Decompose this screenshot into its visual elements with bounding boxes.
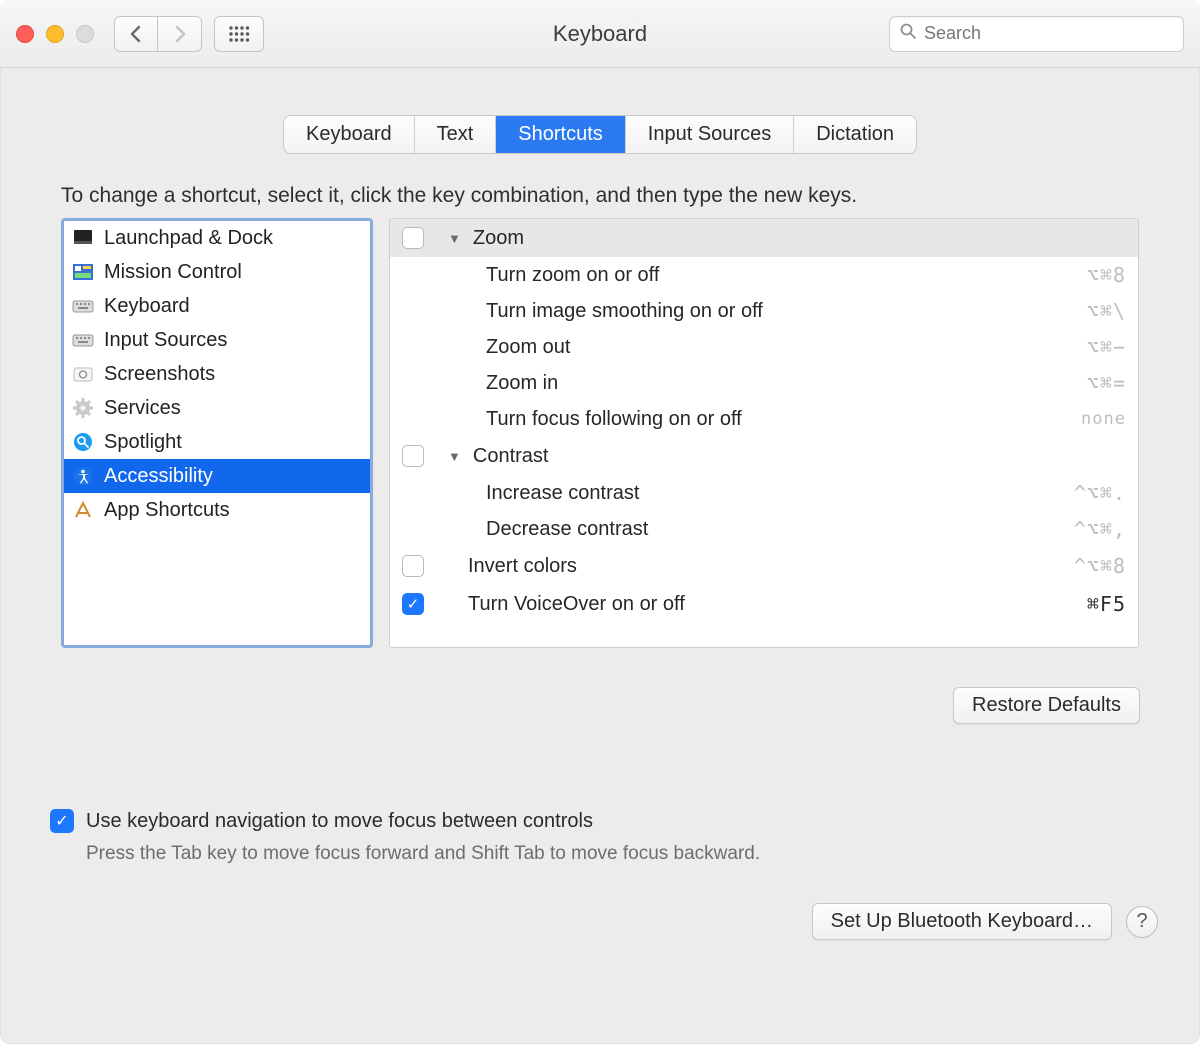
contrast-group-checkbox[interactable] [402, 445, 424, 467]
sidebar-item-label: Accessibility [104, 465, 213, 488]
sidebar-item-label: Keyboard [104, 295, 190, 318]
search-field[interactable] [889, 16, 1184, 52]
shortcut-row[interactable]: Increase contrast^⌥⌘. [390, 475, 1138, 511]
shortcut-list[interactable]: ▼ Zoom Turn zoom on or off⌥⌘8 Turn image… [389, 218, 1139, 648]
window-controls [16, 25, 94, 43]
close-window-button[interactable] [16, 25, 34, 43]
search-icon [900, 23, 916, 44]
tab-dictation[interactable]: Dictation [794, 116, 916, 153]
group-title: Zoom [473, 227, 524, 250]
tab-text[interactable]: Text [415, 116, 497, 153]
shortcut-row[interactable]: Decrease contrast^⌥⌘, [390, 511, 1138, 547]
sidebar-item-spotlight[interactable]: Spotlight [64, 425, 370, 459]
sidebar-item-accessibility[interactable]: Accessibility [64, 459, 370, 493]
toolbar: Keyboard [0, 0, 1200, 68]
keyboard-nav-section: Use keyboard navigation to move focus be… [50, 809, 1140, 865]
sidebar-item-mission-control[interactable]: Mission Control [64, 255, 370, 289]
sidebar-item-input-sources[interactable]: Input Sources [64, 323, 370, 357]
tab-keyboard[interactable]: Keyboard [284, 116, 415, 153]
shortcut-row-voiceover[interactable]: Turn VoiceOver on or off ⌘F5 [390, 585, 1138, 623]
keyboard-nav-description: Press the Tab key to move focus forward … [86, 843, 1140, 865]
sidebar-item-label: Mission Control [104, 261, 242, 284]
input-sources-icon [72, 329, 94, 351]
shortcut-row[interactable]: Zoom in⌥⌘= [390, 365, 1138, 401]
zoom-group-checkbox[interactable] [402, 227, 424, 249]
instruction-text: To change a shortcut, select it, click t… [61, 184, 1139, 208]
shortcuts-panel: To change a shortcut, select it, click t… [38, 153, 1162, 659]
nav-back-forward [114, 16, 202, 52]
mission-control-icon [72, 261, 94, 283]
disclosure-triangle-icon[interactable]: ▼ [448, 231, 461, 246]
zoom-window-button[interactable] [76, 25, 94, 43]
keyboard-icon [72, 295, 94, 317]
search-input[interactable] [922, 22, 1173, 45]
sidebar-item-app-shortcuts[interactable]: App Shortcuts [64, 493, 370, 527]
launchpad-dock-icon [72, 227, 94, 249]
accessibility-icon [72, 465, 94, 487]
shortcut-row[interactable]: Zoom out⌥⌘− [390, 329, 1138, 365]
forward-button[interactable] [158, 16, 202, 52]
services-icon [72, 397, 94, 419]
spotlight-icon [72, 431, 94, 453]
shortcut-row-invert-colors[interactable]: Invert colors ^⌥⌘8 [390, 547, 1138, 585]
sidebar-item-screenshots[interactable]: Screenshots [64, 357, 370, 391]
setup-bluetooth-keyboard-button[interactable]: Set Up Bluetooth Keyboard… [812, 903, 1112, 940]
voiceover-checkbox[interactable] [402, 593, 424, 615]
sidebar-item-label: Screenshots [104, 363, 215, 386]
screenshots-icon [72, 363, 94, 385]
keyboard-nav-label: Use keyboard navigation to move focus be… [86, 810, 593, 833]
shortcut-row[interactable]: Turn focus following on or offnone [390, 401, 1138, 437]
sidebar-item-label: App Shortcuts [104, 499, 230, 522]
system-prefs-window: Keyboard Keyboard Text Shortcuts Input S… [0, 0, 1200, 1044]
sidebar-item-label: Services [104, 397, 181, 420]
shortcut-category-list[interactable]: Launchpad & Dock Mission Control Keyboar… [61, 218, 373, 648]
tab-shortcuts[interactable]: Shortcuts [496, 116, 625, 153]
sidebar-item-label: Launchpad & Dock [104, 227, 273, 250]
tab-input-sources[interactable]: Input Sources [626, 116, 794, 153]
back-button[interactable] [114, 16, 158, 52]
sidebar-item-keyboard[interactable]: Keyboard [64, 289, 370, 323]
restore-defaults-button[interactable]: Restore Defaults [953, 687, 1140, 724]
invert-colors-checkbox[interactable] [402, 555, 424, 577]
disclosure-triangle-icon[interactable]: ▼ [448, 449, 461, 464]
keyboard-nav-checkbox[interactable] [50, 809, 74, 833]
show-all-prefs-button[interactable] [214, 16, 264, 52]
sidebar-item-label: Input Sources [104, 329, 227, 352]
sidebar-item-label: Spotlight [104, 431, 182, 454]
help-button[interactable]: ? [1126, 906, 1158, 938]
pane-body: Keyboard Text Shortcuts Input Sources Di… [0, 68, 1200, 1044]
group-title: Contrast [473, 445, 549, 468]
grid-icon [228, 26, 250, 42]
minimize-window-button[interactable] [46, 25, 64, 43]
sidebar-item-services[interactable]: Services [64, 391, 370, 425]
tabs: Keyboard Text Shortcuts Input Sources Di… [0, 116, 1200, 153]
shortcut-group-contrast[interactable]: ▼ Contrast [390, 437, 1138, 475]
sidebar-item-launchpad-dock[interactable]: Launchpad & Dock [64, 221, 370, 255]
shortcut-row[interactable]: Turn image smoothing on or off⌥⌘\ [390, 293, 1138, 329]
app-shortcuts-icon [72, 499, 94, 521]
shortcut-group-zoom[interactable]: ▼ Zoom [390, 219, 1138, 257]
shortcut-row[interactable]: Turn zoom on or off⌥⌘8 [390, 257, 1138, 293]
